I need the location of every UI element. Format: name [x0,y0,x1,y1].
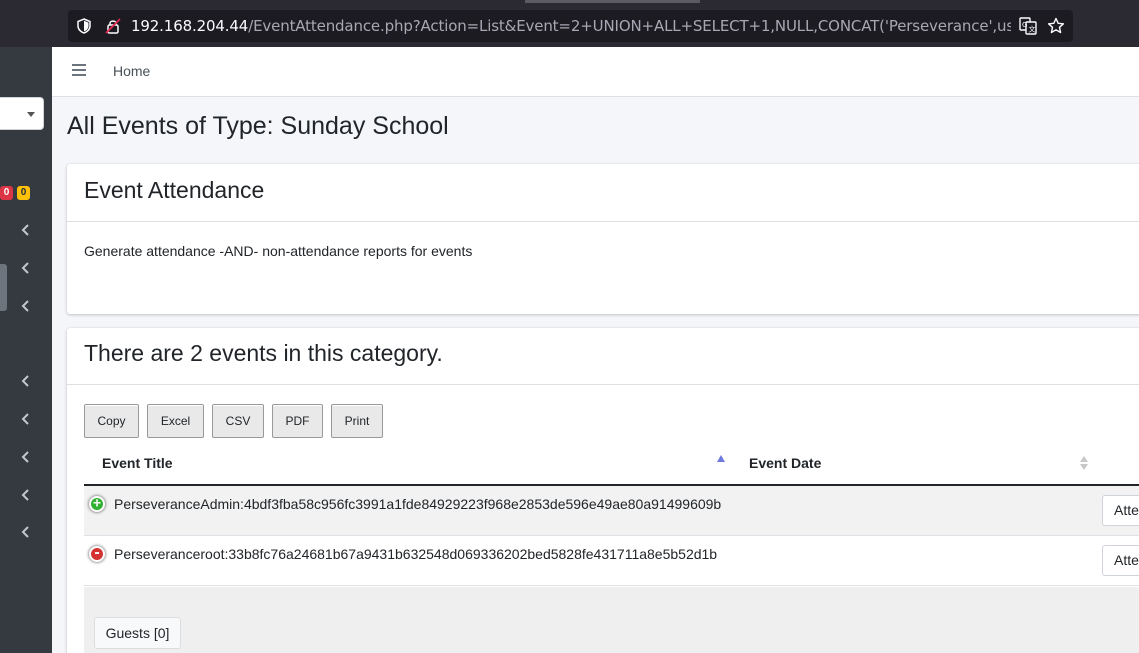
sidebar-active-item-marker [0,264,7,311]
event-attendance-card: Event Attendance Generate attendance -AN… [67,164,1139,314]
home-link[interactable]: Home [113,63,150,79]
bookmark-star-icon[interactable] [1047,17,1065,35]
event-title-cell: Perseveranceroot:33b8fc76a24681b67a9431b… [114,546,718,562]
page-title: All Events of Type: Sunday School [67,112,449,140]
top-navbar: Home [52,47,1139,97]
browser-toolbar: 192.168.204.44/EventAttendance.php?Actio… [0,0,1139,47]
card-header: There are 2 events in this category. [67,328,1139,385]
svg-text:G: G [1022,21,1027,29]
guests-button[interactable]: Guests [0] [94,617,181,649]
notification-badge-yellow[interactable]: 0 [17,186,30,200]
chevron-left-icon[interactable] [21,451,31,463]
chevron-left-icon[interactable] [21,375,31,387]
card-header: Event Attendance [67,164,1139,222]
shield-icon[interactable] [76,18,92,34]
chevron-left-icon[interactable] [21,526,31,538]
chevron-left-icon[interactable] [21,224,31,236]
pdf-button[interactable]: PDF [272,404,323,438]
card-description: Generate attendance -AND- non-attendance… [84,243,473,259]
chevron-left-icon[interactable] [21,262,31,274]
csv-button[interactable]: CSV [212,404,264,438]
card-title: There are 2 events in this category. [84,340,443,366]
row-details: Guests [0] [84,587,1139,653]
column-header-event-date[interactable]: Event Date [749,455,821,471]
card-title: Event Attendance [84,177,265,203]
lock-insecure-icon[interactable] [105,18,121,34]
chevron-left-icon[interactable] [21,300,31,312]
column-header-event-title[interactable]: Event Title [102,455,173,471]
sort-ascending-icon[interactable] [717,455,725,462]
hamburger-menu-icon[interactable] [72,64,86,76]
copy-button[interactable]: Copy [84,404,139,438]
chevron-down-icon [27,112,35,117]
sort-both-icon[interactable] [1080,456,1088,470]
svg-text:文: 文 [1029,25,1036,34]
chevron-left-icon[interactable] [21,413,31,425]
attendees-button[interactable]: Attendees [1102,545,1139,576]
attendees-button[interactable]: Attendees [1102,495,1139,526]
sidebar-search-select[interactable] [0,97,44,130]
expand-row-icon[interactable]: + [89,496,105,512]
chevron-left-icon[interactable] [21,489,31,501]
excel-button[interactable]: Excel [147,404,204,438]
active-tab-indicator [525,0,700,3]
print-button[interactable]: Print [331,404,383,438]
url-text[interactable]: 192.168.204.44/EventAttendance.php?Actio… [131,17,1011,37]
event-title-cell: PerseveranceAdmin:4bdf3fba58c956fc3991a1… [114,496,722,512]
sidebar: 0 0 [0,47,52,653]
url-host: 192.168.204.44 [131,17,249,35]
table-row[interactable]: - Perseveranceroot:33b8fc76a24681b67a943… [84,536,1139,586]
url-path: /EventAttendance.php?Action=List&Event=2… [248,17,1011,35]
notification-badge-red[interactable]: 0 [0,186,13,200]
address-bar[interactable]: 192.168.204.44/EventAttendance.php?Actio… [68,10,1073,42]
table-row[interactable]: + PerseveranceAdmin:4bdf3fba58c956fc3991… [84,486,1139,536]
collapse-row-icon[interactable]: - [89,546,105,562]
translate-icon[interactable]: G 文 [1019,17,1037,35]
